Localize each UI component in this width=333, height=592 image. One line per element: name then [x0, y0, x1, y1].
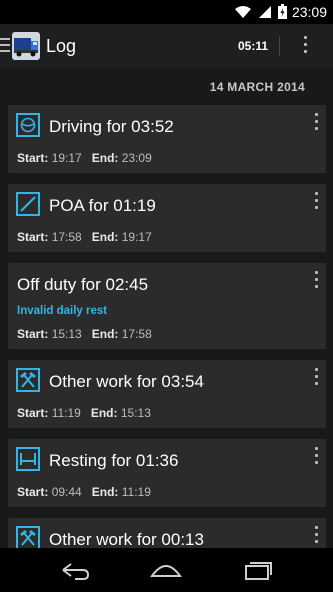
end-time: 15:13 — [120, 406, 151, 420]
end-time: 17:58 — [121, 327, 152, 341]
start-label: Start: — [17, 406, 49, 420]
back-icon[interactable] — [55, 558, 95, 582]
entry-title: Resting for 01:36 — [49, 451, 179, 470]
page-title: Log — [46, 36, 77, 56]
entry-title: Off duty for 02:45 — [17, 275, 149, 294]
log-list[interactable]: 14 MARCH 2014 Driving for 03:52 Start: 1… — [0, 68, 333, 548]
log-entry-poa[interactable]: POA for 01:19 Start: 17:58 End: 19:17 — [8, 184, 326, 252]
home-icon[interactable] — [146, 558, 186, 582]
battery-icon — [278, 4, 287, 19]
start-label: Start: — [17, 230, 49, 244]
entry-title: Other work for 03:54 — [49, 372, 204, 391]
end-label: End: — [90, 406, 118, 420]
start-label: Start: — [17, 151, 49, 165]
entry-title: Driving for 03:52 — [49, 117, 174, 136]
entry-times: Start: 17:58 End: 19:17 — [17, 230, 152, 244]
end-label: End: — [91, 151, 119, 165]
entry-menu-icon[interactable] — [315, 271, 318, 288]
log-entry-driving[interactable]: Driving for 03:52 Start: 19:17 End: 23:0… — [8, 105, 326, 173]
entry-times: Start: 19:17 End: 23:09 — [17, 151, 152, 165]
end-time: 11:19 — [121, 485, 151, 499]
end-label: End: — [91, 230, 119, 244]
hammers-icon — [16, 526, 40, 548]
start-label: Start: — [17, 327, 49, 341]
action-bar-divider — [279, 36, 280, 56]
entry-menu-icon[interactable] — [315, 113, 318, 130]
log-entry-resting[interactable]: Resting for 01:36 Start: 09:44 End: 11:1… — [8, 439, 326, 507]
bed-icon — [16, 447, 40, 471]
entry-warning: Invalid daily rest — [17, 305, 108, 317]
entry-times: Start: 11:19 End: 15:13 — [17, 406, 151, 420]
log-entry-off-duty[interactable]: Off duty for 02:45 Invalid daily rest St… — [8, 263, 326, 349]
entry-menu-icon[interactable] — [315, 447, 318, 464]
status-bar: 23:09 — [0, 0, 333, 24]
start-time: 17:58 — [51, 230, 82, 244]
entry-menu-icon[interactable] — [315, 368, 318, 385]
start-time: 09:44 — [51, 485, 82, 499]
entry-title: Other work for 00:13 — [49, 530, 204, 548]
start-time: 19:17 — [51, 151, 82, 165]
end-time: 23:09 — [121, 151, 152, 165]
steering-wheel-icon — [16, 113, 40, 137]
action-bar: Log 05:11 — [0, 24, 333, 68]
truck-app-icon[interactable] — [12, 32, 40, 60]
end-label: End: — [91, 327, 119, 341]
start-time: 11:19 — [51, 406, 81, 420]
start-time: 15:13 — [51, 327, 82, 341]
entry-times: Start: 15:13 End: 17:58 — [17, 327, 152, 341]
overflow-menu-icon[interactable] — [302, 36, 308, 58]
entry-menu-icon[interactable] — [315, 192, 318, 209]
entry-times: Start: 09:44 End: 11:19 — [17, 485, 151, 499]
drawer-indicator-icon[interactable] — [0, 38, 10, 54]
poa-icon — [16, 192, 40, 216]
log-entry-other-work[interactable]: Other work for 03:54 Start: 11:19 End: 1… — [8, 360, 326, 428]
status-icons — [234, 4, 287, 19]
elapsed-timer[interactable]: 05:11 — [238, 39, 268, 53]
entry-menu-icon[interactable] — [315, 526, 318, 543]
entry-title: POA for 01:19 — [49, 196, 156, 215]
navigation-bar — [0, 548, 333, 592]
start-label: Start: — [17, 485, 49, 499]
recent-apps-icon[interactable] — [238, 558, 278, 582]
status-clock: 23:09 — [291, 4, 327, 20]
hammers-icon — [16, 368, 40, 392]
signal-icon — [259, 5, 271, 18]
log-date: 14 MARCH 2014 — [209, 80, 305, 94]
wifi-icon — [235, 5, 251, 18]
end-label: End: — [91, 485, 119, 499]
log-entry-other-work[interactable]: Other work for 00:13 — [8, 518, 326, 548]
end-time: 19:17 — [121, 230, 152, 244]
